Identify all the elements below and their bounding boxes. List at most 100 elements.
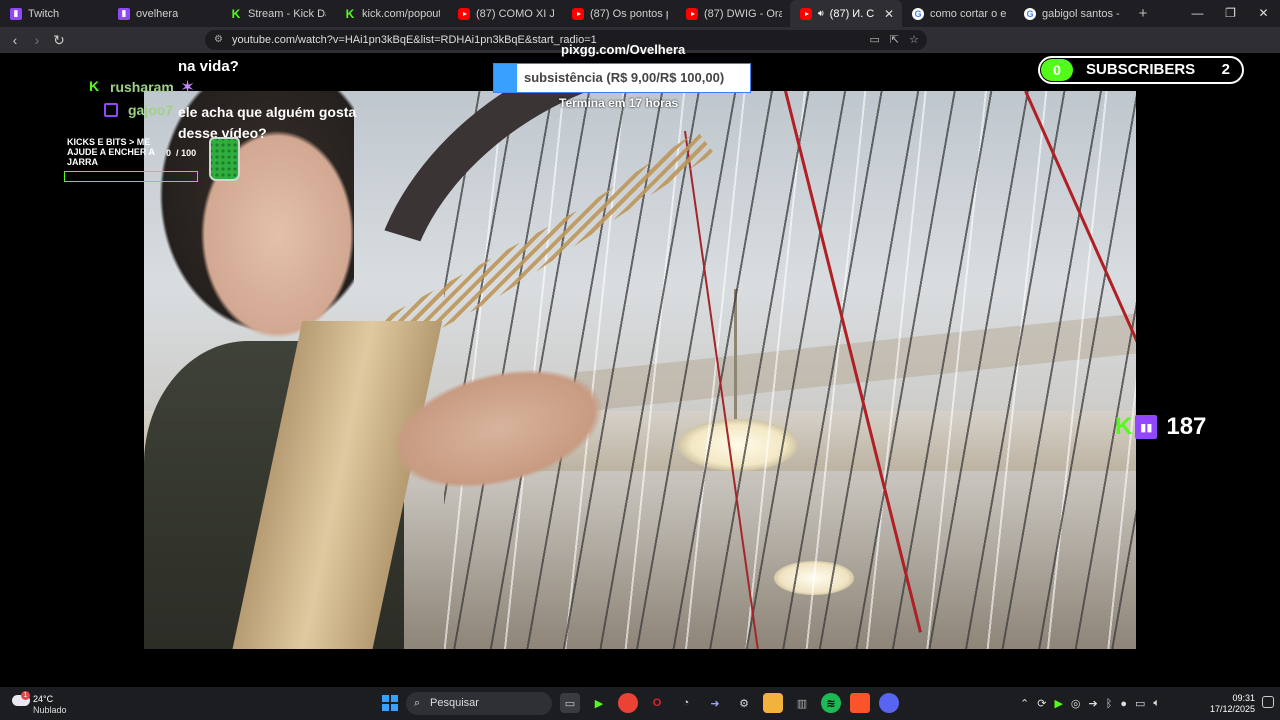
viewer-count-number: 187 bbox=[1166, 413, 1207, 440]
new-tab-button[interactable]: + bbox=[1130, 5, 1156, 22]
bluetooth-icon[interactable]: ᛒ bbox=[1106, 698, 1113, 710]
taskbar-search[interactable]: ⌕ Pesquisar bbox=[406, 692, 552, 715]
clock-date: 17/12/2025 bbox=[1209, 704, 1255, 714]
youtube-icon bbox=[800, 7, 812, 20]
subscribers-counter: 0 SUBSCRIBERS 2 bbox=[1038, 56, 1244, 84]
chrome-icon[interactable] bbox=[618, 693, 638, 713]
discord-icon[interactable] bbox=[879, 693, 899, 713]
tab-label: Twitch bbox=[28, 7, 60, 20]
minimize-button[interactable]: — bbox=[1181, 0, 1214, 27]
browser-tab[interactable]: (87) Os pontos positivo bbox=[562, 0, 676, 27]
tab-label: (87) Os pontos positivo bbox=[590, 7, 668, 20]
app-grid-icon[interactable]: ▥ bbox=[792, 693, 812, 713]
chat-username: gajoo7 bbox=[128, 102, 174, 118]
tray-arrow-icon[interactable]: ➔ bbox=[1089, 697, 1098, 710]
sync-icon[interactable]: ⟳ bbox=[1037, 697, 1046, 710]
stream-canvas: na vida? K rusharam ✶ gajoo7 ele acha qu… bbox=[0, 42, 1280, 687]
twitch-logo-icon: ▮▮ bbox=[1135, 415, 1158, 439]
jar-icon bbox=[209, 137, 240, 181]
windows-taskbar: 1 24°C Nublado ⌕ Pesquisar ▭ ▶ O ◔ ➜ ⚙ ▥… bbox=[0, 687, 1280, 720]
url-text: youtube.com/watch?v=HAi1pn3kBqE&list=RDH… bbox=[232, 34, 597, 46]
goal-url: pixgg.com/Ovelhera bbox=[561, 42, 686, 57]
reload-button[interactable]: ↻ bbox=[48, 32, 70, 49]
twitch-icon: ▮ bbox=[10, 7, 22, 20]
kick-logo-icon: K bbox=[1115, 413, 1133, 440]
google-icon: G bbox=[912, 7, 924, 20]
brave-taskbar-icon[interactable] bbox=[850, 693, 870, 713]
close-window-button[interactable]: ✕ bbox=[1247, 0, 1280, 27]
goal-progress-fill bbox=[494, 64, 518, 92]
clock-app-icon[interactable]: ◔ bbox=[676, 693, 696, 713]
search-placeholder: Pesquisar bbox=[430, 697, 479, 709]
dancing-emote-icon: ✶ bbox=[180, 77, 196, 97]
window-controls: — ❐ ✕ bbox=[1181, 0, 1280, 27]
donation-goal-bar: subsistência (R$ 9,00/R$ 100,00) bbox=[493, 63, 751, 93]
taskbar-clock[interactable]: 09:31 17/12/2025 bbox=[1205, 693, 1255, 715]
play-app-icon[interactable]: ▶ bbox=[589, 693, 609, 713]
viewer-count: K ▮▮ 187 bbox=[1115, 413, 1206, 441]
youtube-icon bbox=[458, 7, 470, 20]
youtube-icon bbox=[686, 7, 698, 20]
twitch-badge-icon bbox=[104, 103, 118, 117]
new-subs-count: 0 bbox=[1041, 59, 1073, 81]
clock-time: 09:31 bbox=[1232, 693, 1255, 703]
tray-overflow-icon[interactable]: ⌃ bbox=[1020, 697, 1029, 710]
notifications-icon[interactable] bbox=[1262, 696, 1274, 708]
jar-goal-title: KICKS E BITS > ME AJUDE A ENCHER A JARRA bbox=[67, 137, 155, 167]
pinned-apps: ▭ ▶ O ◔ ➜ ⚙ ▥ ≋ bbox=[560, 693, 899, 713]
tab-list: ▮ Twitch ▮ ovelhera K Stream - Kick Dashboa Kk… bbox=[0, 0, 1130, 27]
chat-username: rusharam bbox=[110, 79, 174, 95]
browser-tab[interactable]: Gcomo cortar o efeito d bbox=[902, 0, 1014, 27]
google-icon: G bbox=[1024, 7, 1036, 20]
steam-icon[interactable]: ⚙ bbox=[734, 693, 754, 713]
browser-tab[interactable]: Kkick.com/popout/ovelh bbox=[334, 0, 448, 27]
jar-goal: KICKS E BITS > ME AJUDE A ENCHER A JARRA… bbox=[64, 137, 244, 187]
browser-tab[interactable]: (87) COMO XI JINPING bbox=[448, 0, 562, 27]
browser-tab[interactable]: (87) DWIG - Orange Ev bbox=[676, 0, 790, 27]
tray-app-icon[interactable]: ◎ bbox=[1071, 697, 1081, 710]
browser-tab[interactable]: ▮ Twitch bbox=[0, 0, 108, 27]
kick-badge-icon: K bbox=[89, 78, 100, 94]
browser-tab[interactable]: K Stream - Kick Dashboa bbox=[220, 0, 334, 27]
jar-goal-bar bbox=[64, 171, 198, 182]
speaker-icon[interactable]: 🔊︎ bbox=[818, 8, 824, 19]
mic-icon[interactable]: ● bbox=[1120, 698, 1127, 710]
close-tab-icon[interactable]: ✕ bbox=[884, 7, 894, 21]
network-icon[interactable]: ▭ bbox=[1135, 697, 1145, 710]
arrow-app-icon[interactable]: ➜ bbox=[705, 693, 725, 713]
tab-label: (87) И. С. Бах bbox=[829, 7, 874, 20]
cast-icon[interactable]: ▭ bbox=[870, 30, 880, 50]
tab-label: (87) DWIG - Orange Ev bbox=[704, 7, 782, 20]
browser-tab[interactable]: Ggabigol santos - Pesqu bbox=[1014, 0, 1130, 27]
goal-ends-text: Termina em 17 horas bbox=[559, 96, 679, 110]
opera-icon[interactable]: O bbox=[647, 693, 667, 713]
spotify-icon[interactable]: ≋ bbox=[821, 693, 841, 713]
bookmark-icon[interactable]: ☆ bbox=[909, 30, 919, 50]
share-icon[interactable]: ⇱ bbox=[890, 30, 899, 50]
browser-tab[interactable]: ▮ ovelhera bbox=[108, 0, 220, 27]
subs-label: SUBSCRIBERS bbox=[1086, 61, 1196, 78]
file-explorer-icon[interactable] bbox=[763, 693, 783, 713]
weather-widget[interactable]: 1 24°C Nublado bbox=[12, 691, 92, 717]
tab-label: gabigol santos - Pesqu bbox=[1042, 7, 1122, 20]
kick-icon: K bbox=[231, 6, 241, 21]
back-button[interactable]: ‹ bbox=[4, 32, 26, 48]
tab-label: kick.com/popout/ovelh bbox=[362, 7, 440, 20]
volume-icon[interactable]: 🔈︎ bbox=[1153, 697, 1160, 710]
site-info-icon[interactable]: ⚙ bbox=[214, 30, 223, 50]
weather-temp: 24°C bbox=[33, 694, 54, 704]
tray-play-icon[interactable]: ▶ bbox=[1054, 697, 1062, 710]
start-button[interactable] bbox=[382, 695, 398, 711]
twitch-icon: ▮ bbox=[118, 7, 130, 20]
forward-button[interactable]: › bbox=[26, 32, 48, 48]
subs-total: 2 bbox=[1221, 61, 1230, 78]
weather-condition: Nublado bbox=[33, 705, 67, 715]
task-view-icon[interactable]: ▭ bbox=[560, 693, 580, 713]
video-frame bbox=[144, 91, 1136, 649]
restore-button[interactable]: ❐ bbox=[1214, 0, 1247, 27]
tab-label: ovelhera bbox=[136, 7, 179, 20]
browser-tab[interactable]: 🔊︎ (87) И. С. Бах ✕ bbox=[790, 0, 902, 27]
chat-partial-message: na vida? bbox=[178, 58, 239, 75]
jar-goal-progress: 0 / 100 bbox=[166, 148, 197, 158]
goal-text: subsistência (R$ 9,00/R$ 100,00) bbox=[524, 70, 725, 85]
